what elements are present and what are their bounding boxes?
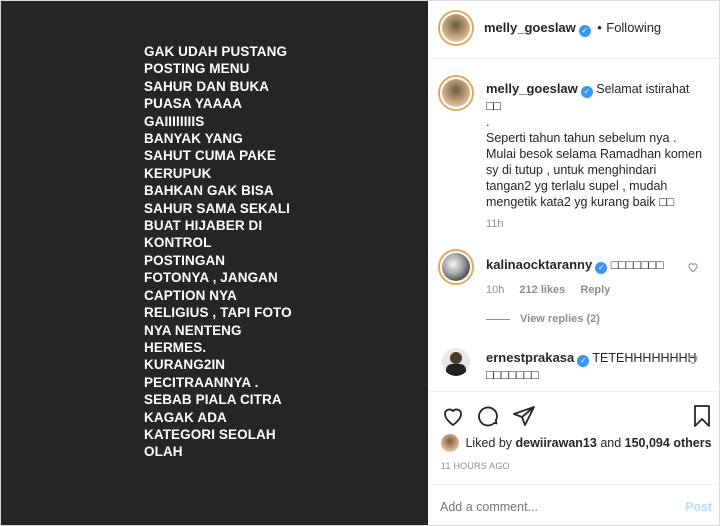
- comment-likes[interactable]: 212 likes: [519, 284, 565, 296]
- bookmark-icon[interactable]: [690, 404, 714, 428]
- following-button[interactable]: Following: [606, 20, 661, 35]
- reply-button[interactable]: Reply: [580, 284, 610, 296]
- caption-line: Mulai besok selama Ramadhan komen: [486, 147, 703, 161]
- comment-meta: 10h 212 likes Reply: [486, 284, 610, 296]
- caption-line: □□: [486, 99, 502, 113]
- post-text-line: BUAT HIJABER DI: [144, 218, 263, 234]
- replies-divider: [486, 318, 510, 320]
- author-avatar[interactable]: [438, 10, 474, 46]
- commenter-avatar[interactable]: [442, 348, 470, 376]
- likes-summary: Liked by dewiirawan13 and 150,094 others: [441, 434, 716, 454]
- comment-username[interactable]: ernestprakasa: [486, 350, 574, 365]
- author-username[interactable]: melly_goeslaw: [484, 20, 576, 35]
- post-text-line: KURANG2IN: [144, 357, 226, 373]
- like-heart-icon[interactable]: [687, 353, 699, 365]
- post-side-panel: melly_goeslaw ✓ • Following melly_goeslaw…: [428, 1, 719, 525]
- comment-item: kalinaocktaranny ✓ □□□□□□□ 10h 212 likes …: [428, 247, 719, 337]
- post-text-line: KERUPUK: [144, 165, 212, 181]
- caption-username[interactable]: melly_goeslaw: [486, 81, 578, 96]
- comment-username[interactable]: kalinaocktaranny: [486, 257, 592, 272]
- liker-avatar[interactable]: [441, 434, 459, 452]
- post-text-line: OLAH: [144, 444, 183, 460]
- comment-text: □□□□□□□: [610, 258, 664, 272]
- post-text-line: KAGAK ADA: [144, 409, 227, 425]
- post-text-line: BAHKAN GAK BISA: [144, 183, 274, 199]
- post-text-line: PUASA YAAAA: [144, 96, 243, 112]
- verified-icon: ✓: [580, 86, 593, 98]
- comment-time[interactable]: 10h: [486, 284, 504, 296]
- caption-content: melly_goeslaw ✓ Selamat istirahat □□ . Se…: [486, 81, 714, 230]
- post-text-line: SEBAB PIALA CITRA: [144, 392, 282, 408]
- post-comment-button[interactable]: Post: [685, 500, 712, 514]
- post-text-line: GAIIIIIIIIS: [144, 113, 205, 129]
- caption-line: sy di tutup , untuk menghindari: [486, 163, 657, 177]
- post-timestamp[interactable]: 11 HOURS AGO: [441, 461, 510, 471]
- header-separator: •: [597, 20, 602, 35]
- view-replies[interactable]: View replies (2): [486, 313, 600, 325]
- share-icon[interactable]: [512, 404, 536, 428]
- post-text-line: PECITRAANNYA .: [144, 374, 259, 390]
- header-user-line: melly_goeslaw ✓ • Following: [484, 19, 661, 37]
- heart-icon[interactable]: [441, 404, 465, 428]
- instagram-post-window: GAK UDAH PUSTANG POSTING MENU SAHUR DAN BU…: [0, 0, 720, 526]
- caption-line: tangan2 yg terlalu supel , mudah: [486, 179, 668, 193]
- caption-time[interactable]: 11h: [486, 218, 714, 230]
- comment-box: Post: [428, 484, 719, 525]
- post-text-line: FOTONYA , JANGAN: [144, 270, 278, 286]
- comment-icon[interactable]: [476, 404, 500, 428]
- post-text-line: POSTINGAN: [144, 252, 226, 268]
- comment-text: □□□□□□□: [486, 368, 539, 382]
- likes-count[interactable]: 150,094 others: [625, 436, 712, 450]
- comment-line: ernestprakasa ✓ TETEHHHHHHHH □□□□□□□: [486, 349, 716, 384]
- post-text-line: HERMES.: [144, 339, 207, 355]
- post-image: GAK UDAH PUSTANG POSTING MENU SAHUR DAN BU…: [1, 1, 428, 525]
- comment-item: ernestprakasa ✓ TETEHHHHHHHH □□□□□□□: [428, 341, 719, 389]
- post-text-line: GAK UDAH PUSTANG: [144, 44, 288, 59]
- post-text-line: BANYAK YANG: [144, 131, 243, 147]
- post-image-text: GAK UDAH PUSTANG POSTING MENU SAHUR DAN BU…: [144, 43, 414, 461]
- action-bar: [428, 391, 719, 435]
- liker-username[interactable]: dewiirawan13: [516, 436, 597, 450]
- comment-text: TETEHHHHHHHH: [592, 351, 697, 365]
- comment-input[interactable]: [440, 497, 665, 517]
- view-replies-label[interactable]: View replies (2): [520, 313, 600, 325]
- likes-prefix: Liked by: [465, 436, 513, 450]
- post-text-line: SAHUT CUMA PAKE: [144, 148, 276, 164]
- caption-line: Selamat istirahat: [596, 82, 690, 96]
- verified-icon: ✓: [577, 355, 590, 367]
- caption-line: .: [486, 115, 490, 129]
- post-text-line: NYA NENTENG: [144, 322, 242, 338]
- caption-avatar[interactable]: [438, 75, 474, 111]
- post-text-line: KATEGORI SEOLAH: [144, 426, 276, 442]
- verified-icon: ✓: [595, 262, 608, 274]
- post-text-line: RELIGIUS , TAPI FOTO: [144, 305, 292, 321]
- comment-line: kalinaocktaranny ✓ □□□□□□□: [486, 257, 664, 274]
- commenter-avatar[interactable]: [438, 249, 474, 285]
- likes-and: and: [600, 436, 622, 450]
- post-text-line: KONTROL: [144, 235, 212, 251]
- post-text-line: SAHUR DAN BUKA: [144, 78, 270, 94]
- post-header: melly_goeslaw ✓ • Following: [428, 1, 719, 59]
- like-heart-icon[interactable]: [687, 261, 699, 273]
- caption-line: Seperti tahun tahun sebelum nya .: [486, 131, 677, 145]
- post-text-line: CAPTION NYA: [144, 287, 237, 303]
- post-text-line: SAHUR SAMA SEKALI: [144, 200, 290, 216]
- verified-icon: ✓: [578, 25, 591, 37]
- post-text-line: POSTING MENU: [144, 61, 250, 77]
- caption-line: mengetik kata2 yg kurang baik □□: [486, 195, 675, 209]
